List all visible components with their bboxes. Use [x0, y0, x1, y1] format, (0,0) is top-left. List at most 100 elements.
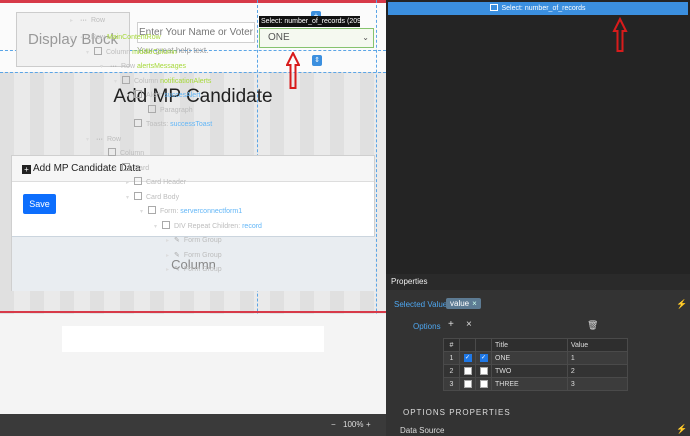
tree-node-type: Alert: — [146, 92, 165, 99]
expand-toggle-icon[interactable]: ▾ — [126, 89, 134, 103]
tree-node[interactable]: ▸ ✎ Form Group — [166, 234, 222, 248]
tree-node[interactable]: ▸ Card Header — [126, 176, 186, 190]
tree-node-type: Row — [107, 136, 122, 143]
options-column-header: Title — [491, 338, 568, 352]
tree-node[interactable]: ▾ DIV Repeat Children: record — [154, 220, 262, 234]
tree-node[interactable]: ▾ Alert: succesAlert — [126, 89, 200, 103]
zoom-out-button[interactable]: − — [331, 420, 336, 429]
option-row[interactable]: 3 THREE 3 — [443, 377, 629, 391]
expand-toggle-icon[interactable]: ▾ — [86, 133, 94, 147]
select-tooltip: Select: number_of_records (209 — [259, 16, 360, 27]
remove-tag-icon[interactable]: × — [472, 299, 477, 308]
bind-data-icon[interactable]: ⚡ — [676, 299, 687, 310]
option-checkbox[interactable] — [479, 367, 488, 375]
option-title[interactable]: THREE — [491, 377, 568, 391]
tree-node[interactable]: ▸ ✎ Form Group — [166, 263, 222, 277]
tree-node-type: Form Group — [183, 252, 222, 259]
tree-node[interactable]: ▾ Column — [100, 147, 144, 161]
tree-node-type: Row — [121, 63, 137, 70]
bind-data-icon[interactable]: ⚡ — [676, 424, 687, 435]
tree-node[interactable]: ▾ Column notificationAlerts — [114, 75, 211, 89]
tree-node-type: Paragraph — [160, 107, 193, 114]
more-icon[interactable]: ··· — [80, 34, 87, 41]
add-option-button[interactable]: + — [448, 319, 454, 330]
option-value[interactable]: 1 — [566, 351, 629, 365]
expand-toggle-icon[interactable]: ▾ — [70, 31, 78, 45]
number-of-records-select[interactable]: ONE ⌄ — [259, 28, 374, 48]
tree-node[interactable]: Paragraph — [140, 104, 193, 118]
expand-toggle-icon[interactable]: ▸ — [166, 234, 174, 248]
expand-toggle-icon[interactable]: ▸ — [166, 249, 174, 263]
tree-node[interactable]: ▸ ··· Row — [70, 14, 105, 28]
option-row[interactable]: 2 TWO 2 — [443, 364, 629, 378]
structure-panel: Select: number_of_records ▸ ··· Row ▾ ··· Ro… — [70, 0, 690, 274]
row-guide — [0, 72, 386, 73]
more-icon[interactable]: ··· — [96, 136, 103, 143]
tree-node[interactable]: ▾ ··· Row MainContentRow — [70, 31, 161, 45]
pencil-icon: ✎ — [174, 252, 180, 259]
options-column-header: Value — [566, 338, 629, 352]
expand-toggle-icon[interactable]: ▾ — [100, 60, 108, 74]
options-column-header — [459, 338, 476, 352]
properties-panel: Properties Selected Value value × ⚡ Optio… — [386, 274, 690, 436]
tree-node-type: Card Body — [146, 194, 180, 201]
tree-node[interactable]: ▾ Card Body — [126, 191, 179, 205]
remove-option-button[interactable]: × — [466, 319, 472, 330]
tree-node-type: Column — [106, 49, 133, 56]
tree-node[interactable]: ▾ Card — [114, 162, 149, 176]
tree-node-type: Card — [134, 165, 150, 172]
expand-toggle-icon[interactable]: ▾ — [100, 147, 108, 161]
annotation-arrow-icon — [286, 52, 300, 89]
tree-selected-item[interactable]: Select: number_of_records — [388, 2, 688, 15]
tree-node-type: Form Group — [183, 266, 222, 273]
tree-node-name: succesAlert — [164, 92, 201, 99]
expand-toggle-icon[interactable]: ▾ — [140, 205, 148, 219]
more-icon[interactable]: ··· — [80, 17, 87, 24]
tree-node[interactable]: ▸ ✎ Form Group — [166, 249, 222, 263]
footer-block[interactable] — [62, 326, 324, 352]
expand-toggle-icon[interactable]: ▾ — [126, 191, 134, 205]
option-title[interactable]: ONE — [491, 351, 568, 365]
more-icon[interactable]: ··· — [110, 63, 117, 70]
expand-toggle-icon[interactable]: ▸ — [70, 14, 78, 28]
trash-icon[interactable]: 🗑 — [587, 320, 598, 331]
top-divider — [0, 0, 386, 3]
option-value[interactable]: 3 — [566, 377, 629, 391]
selected-value-tag[interactable]: value × — [446, 298, 481, 309]
expand-toggle-icon[interactable]: ▾ — [114, 162, 122, 176]
option-checkbox[interactable] — [479, 380, 488, 388]
tree-node-name: MainContentRow — [106, 34, 161, 41]
expand-toggle-icon[interactable]: ▾ — [86, 46, 94, 60]
option-checkbox[interactable]: ✓ — [463, 354, 472, 362]
option-row[interactable]: 1 ✓ ✓ ONE 1 — [443, 351, 629, 365]
option-value[interactable]: 2 — [566, 364, 629, 378]
option-title[interactable]: TWO — [491, 364, 568, 378]
option-checkbox[interactable] — [463, 380, 472, 388]
expand-toggle-icon[interactable]: ▸ — [126, 176, 134, 190]
pencil-icon: ✎ — [174, 237, 180, 244]
option-index: 3 — [443, 377, 460, 391]
tree-selected-label: Select: number_of_records — [501, 5, 586, 12]
option-checkbox[interactable]: ✓ — [479, 354, 488, 362]
option-index: 2 — [443, 364, 460, 378]
tree-node[interactable]: ▾ ··· Row — [86, 133, 121, 147]
expand-toggle-icon[interactable]: ▾ — [114, 75, 122, 89]
tree-node[interactable]: ▾ Column middleColumn — [86, 46, 177, 60]
component-icon — [148, 206, 156, 214]
move-handle[interactable]: ⇕ — [312, 55, 322, 66]
tree-node-type: Column — [134, 78, 161, 85]
zoom-in-button[interactable]: + — [366, 420, 371, 429]
option-checkbox[interactable] — [463, 367, 472, 375]
component-icon — [108, 148, 116, 156]
expand-toggle-icon[interactable]: ▸ — [166, 263, 174, 277]
tree-node[interactable]: ▾ Form: serverconnectform1 — [140, 205, 242, 219]
options-properties-title: OPTIONS PROPERTIES — [403, 408, 511, 417]
select-value: ONE — [268, 32, 290, 43]
save-button[interactable]: Save — [23, 194, 56, 214]
expand-toggle-icon[interactable]: ▾ — [154, 220, 162, 234]
tree-node-type: DIV Repeat Children: — [174, 223, 243, 230]
tree-node-name: notificationAlerts — [160, 78, 212, 85]
component-icon — [122, 76, 130, 84]
tree-node[interactable]: ▾ ··· Row alertsMessages — [100, 60, 186, 74]
tree-node[interactable]: Toasts: successToast — [126, 118, 212, 132]
